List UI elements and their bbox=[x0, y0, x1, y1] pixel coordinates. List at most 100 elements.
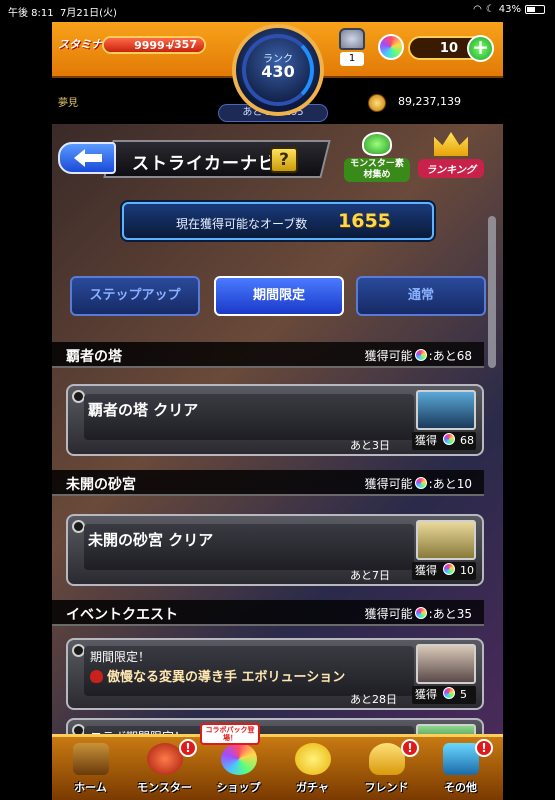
orb-icon bbox=[414, 349, 427, 361]
reward-label: 獲得 bbox=[415, 434, 437, 447]
navi-title-row: ストライカーナビ ? モンスター素材集め ランキング bbox=[52, 132, 503, 184]
main-content: ストライカーナビ ? モンスター素材集め ランキング 現在獲得可能なオーブ数 1… bbox=[52, 124, 503, 758]
devil-icon bbox=[90, 670, 103, 683]
status-time-date: 午後 8:11 7月21日(火) bbox=[8, 4, 117, 19]
monster-materials-label: モンスター素材集め bbox=[344, 158, 410, 182]
quest-card-sand-palace[interactable]: 未開の砂宮 クリア あと7日 獲得 10 bbox=[66, 514, 484, 586]
nav-home[interactable]: ホーム bbox=[54, 741, 127, 800]
key-icon bbox=[339, 28, 365, 50]
quest-reward: 獲得 10 bbox=[412, 562, 476, 580]
section-title: 未開の砂宮 bbox=[66, 477, 136, 493]
key-count: 1 bbox=[340, 52, 364, 66]
orb-icon bbox=[442, 687, 455, 699]
game-screen: スタミナ 9999+ /357 1 10 + ランク 430 夢見 あと 231… bbox=[52, 22, 503, 800]
bottom-nav: コラボパック登場！ ホーム モンスター ! ショップ ガチャ フレンド ! その… bbox=[52, 723, 503, 800]
reward-value: 68 bbox=[460, 434, 474, 447]
section-title: 覇者の塔 bbox=[66, 349, 122, 365]
nav-monster[interactable]: モンスター ! bbox=[128, 739, 201, 800]
section-prefix: 獲得可能 bbox=[364, 477, 413, 491]
orb-count: 10 bbox=[439, 41, 458, 56]
nav-gacha-label: ガチャ bbox=[296, 781, 329, 794]
player-name: 夢見 bbox=[58, 98, 78, 109]
back-button[interactable] bbox=[58, 142, 116, 174]
section-orbs-remaining: 獲得可能 :あと10 bbox=[365, 475, 472, 492]
status-bar: 午後 8:11 7月21日(火) ◠ ☾ 43% bbox=[0, 0, 555, 22]
section-suffix: :あと35 bbox=[428, 607, 472, 621]
available-orbs-value: 1655 bbox=[338, 210, 391, 232]
back-arrow-icon bbox=[74, 149, 102, 167]
section-header-sand-palace: 未開の砂宮 獲得可能 :あと10 bbox=[52, 470, 484, 496]
quest-reward: 獲得 5 bbox=[412, 686, 476, 704]
quest-card-tower[interactable]: 覇者の塔 クリア あと3日 獲得 68 bbox=[66, 384, 484, 456]
nav-other-label: その他 bbox=[444, 781, 477, 794]
quest-thumbnail bbox=[416, 644, 476, 684]
other-icon bbox=[442, 743, 479, 775]
wifi-icon: ◠ bbox=[473, 4, 482, 15]
scrollbar[interactable] bbox=[488, 216, 496, 368]
nav-home-label: ホーム bbox=[74, 781, 107, 794]
section-orbs-remaining: 獲得可能 :あと68 bbox=[365, 347, 472, 364]
ranking-label: ランキング bbox=[418, 159, 484, 178]
nav-gacha[interactable]: ガチャ bbox=[276, 741, 349, 800]
section-suffix: :あと10 bbox=[428, 477, 472, 491]
friend-icon bbox=[368, 743, 405, 775]
nav-other[interactable]: その他 ! bbox=[424, 739, 497, 800]
rank-badge[interactable]: ランク 430 bbox=[232, 24, 324, 116]
rank-value: 430 bbox=[261, 62, 295, 81]
orb-icon bbox=[442, 563, 455, 575]
orb-icon bbox=[414, 477, 427, 489]
status-date: 7月21日(火) bbox=[60, 8, 117, 19]
add-orb-button[interactable]: + bbox=[467, 35, 494, 62]
quest-reward: 獲得 68 bbox=[412, 432, 476, 450]
notification-badge: ! bbox=[179, 739, 197, 757]
reward-label: 獲得 bbox=[415, 688, 437, 701]
status-time: 午後 8:11 bbox=[8, 8, 54, 19]
tab-normal[interactable]: 通常 bbox=[356, 276, 486, 316]
help-button[interactable]: ? bbox=[270, 147, 298, 173]
stamina-max: /357 bbox=[170, 38, 197, 51]
battery-percent: 43% bbox=[498, 4, 521, 15]
battery-icon bbox=[525, 5, 545, 14]
moon-icon: ☾ bbox=[485, 4, 495, 15]
home-icon bbox=[72, 743, 109, 775]
notification-badge: ! bbox=[401, 739, 419, 757]
notification-badge: ! bbox=[475, 739, 493, 757]
gacha-icon bbox=[294, 743, 331, 775]
quest-time-remaining: あと7日 bbox=[350, 569, 390, 582]
nav-friend-label: フレンド bbox=[364, 781, 409, 794]
monster-materials-button[interactable]: モンスター素材集め bbox=[344, 132, 410, 182]
page-title: ストライカーナビ bbox=[132, 154, 276, 174]
orb-icon bbox=[414, 607, 427, 619]
section-title: イベントクエスト bbox=[66, 607, 178, 623]
nav-friend[interactable]: フレンド ! bbox=[350, 739, 423, 800]
quest-time-remaining: あと3日 bbox=[350, 439, 390, 452]
quest-thumbnail bbox=[416, 520, 476, 560]
section-suffix: :あと68 bbox=[428, 349, 472, 363]
collab-pack-tag: コラボパック登場！ bbox=[200, 723, 260, 745]
orb-icon bbox=[378, 34, 404, 60]
nav-shop[interactable]: ショップ bbox=[202, 741, 275, 800]
tab-bar: ステップアップ 期間限定 通常 bbox=[70, 276, 490, 316]
section-prefix: 獲得可能 bbox=[364, 607, 413, 621]
quest-time-remaining: あと28日 bbox=[350, 693, 397, 706]
crown-icon bbox=[434, 132, 468, 156]
orb-icon bbox=[442, 433, 455, 445]
quest-thumbnail bbox=[416, 390, 476, 430]
reward-value: 10 bbox=[460, 564, 474, 577]
coin-count: 89,237,139 bbox=[398, 95, 461, 108]
nav-shop-label: ショップ bbox=[216, 781, 261, 794]
nav-monster-label: モンスター bbox=[137, 781, 192, 794]
section-header-tower: 覇者の塔 獲得可能 :あと68 bbox=[52, 342, 484, 368]
ranking-button[interactable]: ランキング bbox=[418, 132, 484, 182]
tab-limited-time[interactable]: 期間限定 bbox=[214, 276, 344, 316]
quest-title: 未開の砂宮 クリア bbox=[88, 531, 214, 549]
quest-title: 覇者の塔 クリア bbox=[88, 401, 199, 419]
section-prefix: 獲得可能 bbox=[364, 349, 413, 363]
reward-value: 5 bbox=[460, 688, 467, 701]
available-orbs-banner: 現在獲得可能なオーブ数 1655 bbox=[122, 202, 434, 240]
key-item[interactable]: 1 bbox=[336, 28, 368, 68]
quest-card-evolution[interactable]: 期間限定！ 傲慢なる変異の導き手 エボリューション あと28日 獲得 5 bbox=[66, 638, 484, 710]
tab-step-up[interactable]: ステップアップ bbox=[70, 276, 200, 316]
shop-orb-icon bbox=[220, 743, 257, 775]
section-header-event-quest: イベントクエスト 獲得可能 :あと35 bbox=[52, 600, 484, 626]
